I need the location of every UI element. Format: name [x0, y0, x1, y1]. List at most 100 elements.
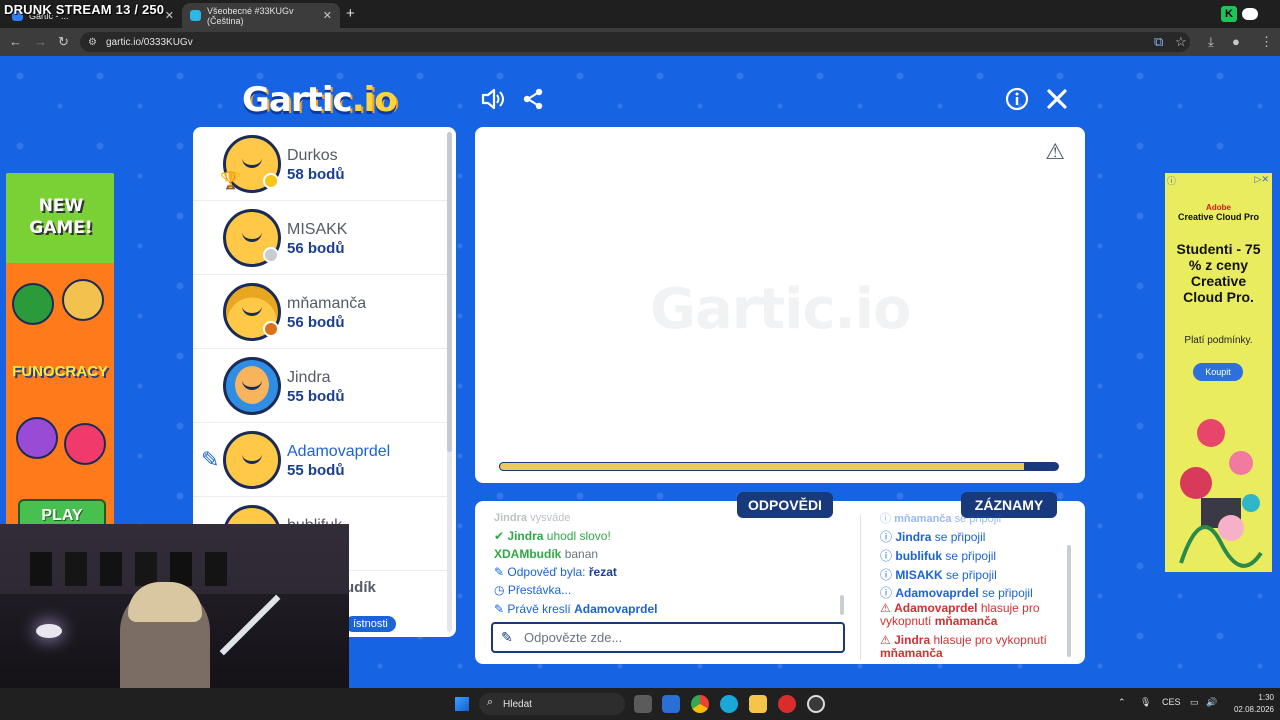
warning-icon: ⚠ — [880, 633, 891, 647]
url-text: gartic.io/0333KUGv — [106, 36, 193, 48]
share-icon[interactable] — [518, 84, 548, 114]
network-icon[interactable]: ▭ — [1190, 697, 1199, 708]
browser-tab-active[interactable]: Všeobecné #33KUGv (Čeština) ✕ — [182, 3, 340, 28]
records-scrollbar[interactable] — [1067, 545, 1071, 657]
forward-icon[interactable]: → — [34, 34, 47, 49]
player-row[interactable]: 🏆 Durkos 58 bodů — [193, 127, 449, 201]
player-name: Adamovaprdel — [287, 443, 391, 460]
answer-message: Jindra vysváde — [494, 512, 570, 524]
window-extensions: K — [1221, 0, 1280, 28]
player-row-drawing[interactable]: ✎ Adamovaprdel 55 bodů — [193, 423, 449, 497]
record-text: se připojil — [954, 513, 1002, 525]
sound-icon[interactable] — [478, 84, 508, 114]
k-extension-icon[interactable]: K — [1221, 6, 1237, 22]
players-scrollbar[interactable] — [447, 132, 452, 632]
avatar — [223, 431, 281, 489]
bookmark-star-icon[interactable]: ☆ — [1175, 34, 1187, 50]
edge-icon[interactable] — [720, 695, 738, 713]
clock-time: 1:30 — [1258, 693, 1274, 702]
status-dot — [263, 321, 279, 337]
language-indicator[interactable]: CES — [1162, 697, 1181, 707]
download-icon[interactable]: ⤓ — [1208, 34, 1214, 50]
record-target: mňamanča — [934, 614, 998, 628]
tshirts-on-wall-icon — [30, 552, 227, 586]
message-text: banan — [564, 547, 599, 561]
room-badge[interactable]: ístnosti — [345, 616, 396, 632]
ad-choices-icon[interactable]: ⓘ — [1167, 174, 1176, 187]
player-name: Durkos — [287, 147, 338, 164]
recording-app-icon[interactable] — [778, 695, 796, 713]
windows-start-icon[interactable] — [455, 697, 469, 711]
record-text: hlasuje pro vykopnutí — [933, 633, 1047, 647]
obs-icon[interactable] — [807, 695, 825, 713]
tray-chevron-icon[interactable]: ⌃ — [1118, 697, 1126, 708]
close-tab-icon[interactable]: ✕ — [165, 9, 174, 22]
player-row[interactable]: mňamanča 56 bodů — [193, 275, 449, 349]
record-text: hlasuje pro — [980, 601, 1040, 615]
message-text: vysváde — [530, 512, 571, 524]
volume-icon[interactable]: 🔊 — [1206, 697, 1217, 708]
pencil-icon: ✎ — [494, 565, 505, 579]
reload-icon[interactable]: ↻ — [58, 34, 69, 50]
status-dot — [263, 173, 279, 189]
player-score: 55 bodů — [287, 388, 345, 405]
file-explorer-icon[interactable] — [749, 695, 767, 713]
microphone-icon[interactable]: 🎙 — [1140, 697, 1151, 708]
address-bar: ← → ↻ ⚙ gartic.io/0333KUGv ⧉ ☆ ⤓ ● ⋮ — [0, 28, 1280, 56]
answer-message: ✔ Jindra uhodl slovo! — [494, 529, 611, 543]
menu-dots-icon[interactable]: ⋮ — [1260, 34, 1273, 50]
chrome-icon[interactable] — [691, 695, 709, 713]
ad-headline: NEW GAME! — [29, 196, 93, 238]
record-target: mňamanča — [880, 646, 943, 660]
info-icon[interactable] — [1002, 84, 1032, 114]
ad-buy-button[interactable]: Koupit — [1193, 363, 1243, 381]
task-view-icon[interactable] — [634, 695, 652, 713]
site-settings-icon[interactable]: ⚙ — [88, 37, 97, 48]
answers-scrollbar[interactable] — [840, 595, 844, 615]
player-score: 55 bodů — [287, 462, 345, 479]
player-score: 56 bodů — [287, 314, 345, 331]
profile-avatar-icon[interactable]: ● — [1232, 34, 1240, 49]
answer-input[interactable]: ✎ Odpovězte zde... — [491, 622, 845, 653]
url-field[interactable]: ⚙ gartic.io/0333KUGv — [80, 32, 1190, 52]
drawing-canvas[interactable]: ⚠ Gartic.io — [475, 127, 1085, 483]
report-warning-icon[interactable]: ⚠ — [1045, 139, 1065, 165]
record-text-2: vykopnutí — [880, 614, 932, 628]
record-user: Adamovaprdel — [894, 601, 978, 615]
ad-close-icon[interactable]: ▷✕ — [1255, 174, 1269, 185]
clock-date: 02.08.2026 — [1233, 705, 1274, 714]
record-text: se připojil — [982, 586, 1033, 600]
store-icon[interactable] — [662, 695, 680, 713]
back-icon[interactable]: ← — [9, 34, 22, 49]
ad-right-banner[interactable]: ⓘ ▷✕ Adobe Creative Cloud Pro Studenti -… — [1165, 173, 1272, 572]
taskbar-clock[interactable]: 1:30 02.08.2026 — [1228, 692, 1274, 716]
search-icon: ⌕ — [487, 696, 494, 708]
close-icon[interactable] — [1042, 84, 1072, 114]
gartic-logo[interactable]: Gartic.io — [242, 80, 398, 120]
message-value: řezat — [588, 565, 617, 579]
record-user: Jindra — [895, 530, 932, 544]
partial-player-name: udík — [345, 579, 376, 596]
tab-answers[interactable]: ODPOVĚDI — [737, 492, 833, 518]
timer-fill — [499, 462, 1026, 471]
player-row[interactable]: MISAKK 56 bodů — [193, 201, 449, 275]
answer-placeholder: Odpovězte zde... — [524, 630, 623, 645]
player-row[interactable]: Jindra 55 bodů — [193, 349, 449, 423]
taskbar-search[interactable]: ⌕ Hledat — [479, 693, 625, 715]
translate-icon[interactable]: ⧉ — [1154, 34, 1163, 50]
ad-terms: Platí podmínky. — [1184, 335, 1253, 346]
close-tab-icon[interactable]: ✕ — [323, 9, 332, 22]
player-score: 56 bodů — [287, 240, 345, 257]
mic-arm-icon — [219, 594, 281, 656]
new-tab-icon[interactable]: + — [346, 5, 355, 22]
record-message: ⓘ MISAKK se připojil — [880, 566, 997, 583]
warning-icon: ⚠ — [880, 601, 891, 615]
toggle-extension-icon[interactable] — [1242, 8, 1258, 20]
record-text: se připojil — [946, 568, 997, 582]
player-score: 58 bodů — [287, 166, 345, 183]
ad-left-banner[interactable]: NEW GAME! FUNOCRACY PLAY — [6, 173, 114, 533]
bearded-character-icon — [16, 417, 58, 459]
message-text: Právě kreslí — [507, 602, 571, 616]
ad-brand: FUNOCRACY — [12, 363, 108, 380]
pencil-icon: ✎ — [201, 447, 220, 472]
